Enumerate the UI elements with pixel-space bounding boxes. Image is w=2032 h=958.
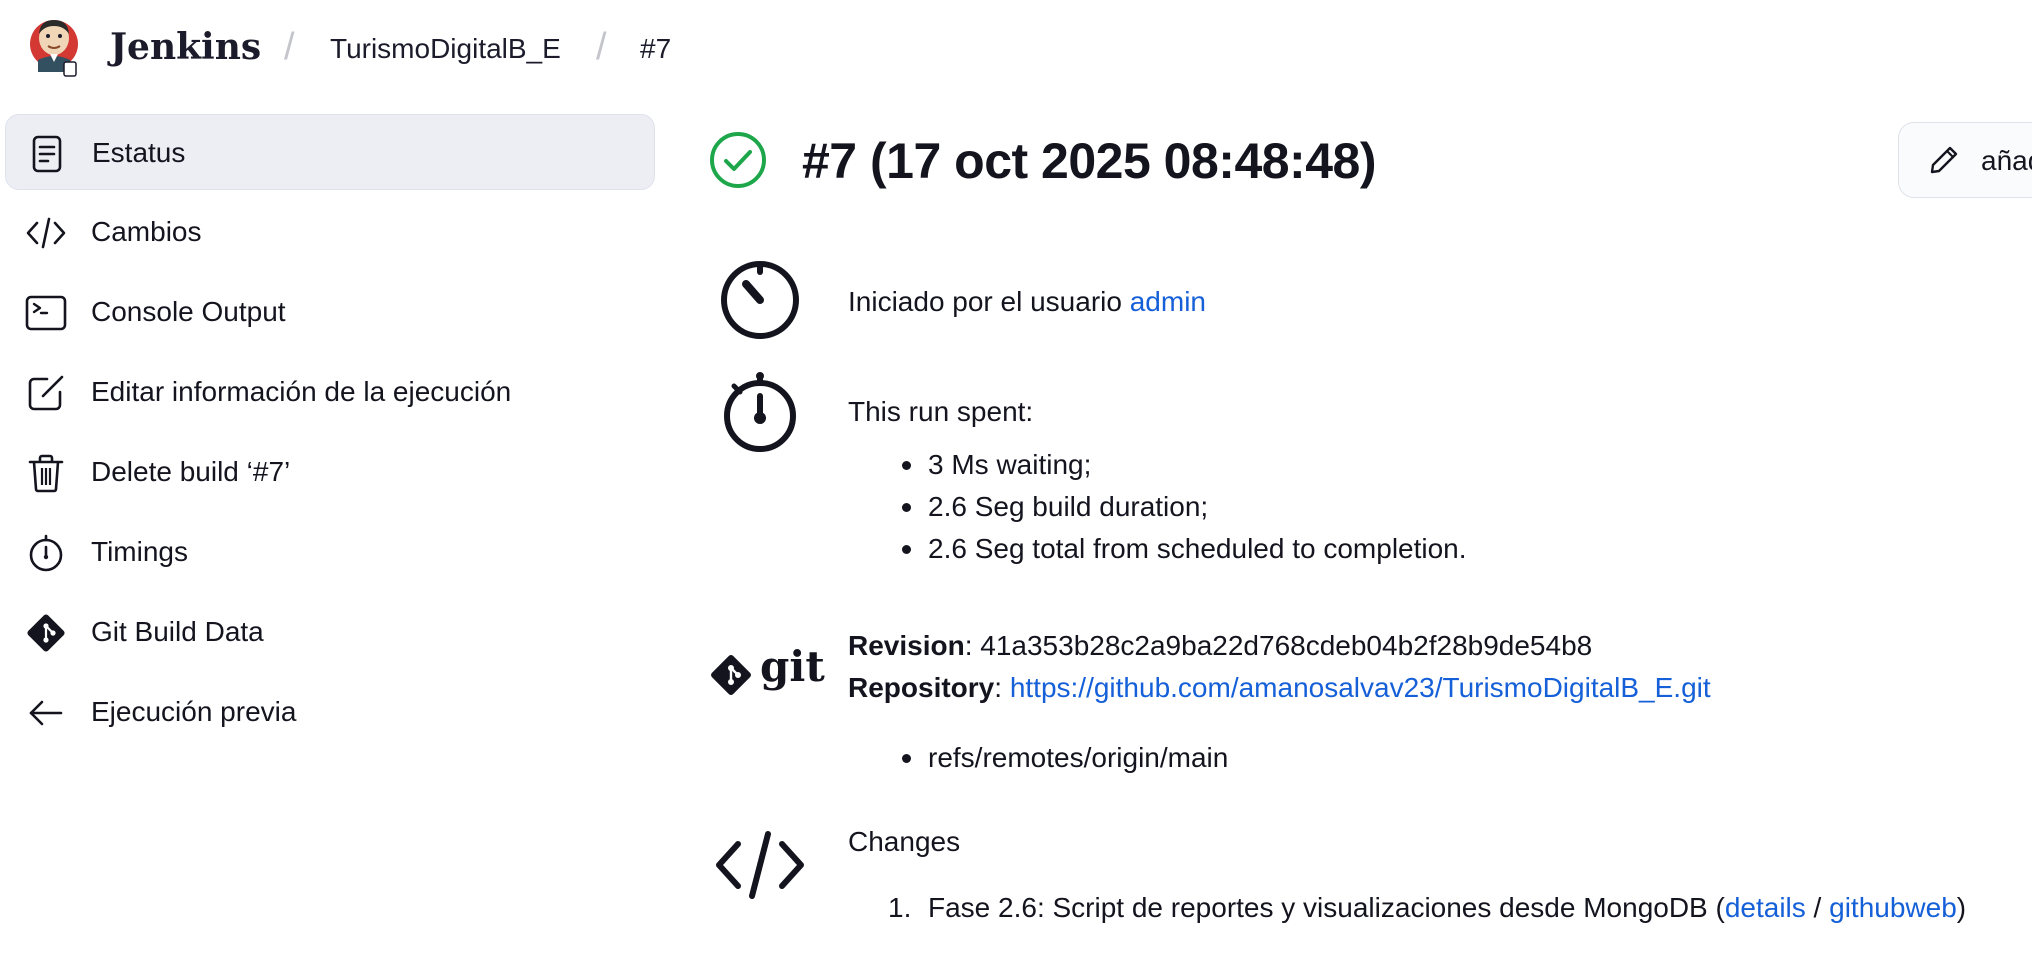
stopwatch-icon [25,532,67,574]
code-icon [714,830,806,905]
document-icon [26,133,68,175]
revision-value: 41a353b28c2a9ba22d768cdeb04b2f28b9de54b8 [980,630,1593,661]
close-paren: ) [1956,892,1967,923]
sidebar-item-console-output[interactable]: Console Output [5,274,655,350]
sidebar-item-label: Ejecución previa [91,696,297,727]
repository-line: Repository: https://github.com/amanosalv… [848,672,1711,703]
success-check-icon [708,130,768,190]
sidebar-item-label: Estatus [92,137,186,168]
brand-title[interactable]: Jenkins [110,26,261,68]
stopwatch-icon [720,372,800,457]
sidebar-item-estatus[interactable]: Estatus [5,114,655,190]
changes-heading: Changes [848,826,961,857]
add-description-button[interactable]: añadir descripción [1898,122,2032,198]
run-spent-heading: This run spent: [848,396,1034,427]
breadcrumb-separator: / [284,26,295,68]
refs-list: refs/remotes/origin/main [901,737,1228,779]
list-item: 3 Ms waiting; [902,444,1467,486]
repository-label: Repository [848,672,995,703]
sidebar-item-label: Cambios [91,216,202,247]
sidebar-item-ejecucion-previa[interactable]: Ejecución previa [5,674,655,750]
githubweb-link[interactable]: githubweb [1829,892,1957,923]
list-item: 2.6 Seg build duration; [902,486,1467,528]
timer-icon [718,256,802,345]
change-number: 1. [888,892,912,923]
sidebar-item-label: Timings [91,536,188,567]
jenkins-logo[interactable] [28,14,84,80]
link-separator: / [1805,892,1830,923]
sidebar-item-label: Delete build ‘#7’ [91,456,291,487]
pencil-icon [1930,146,1958,174]
sidebar-item-label: Git Build Data [91,616,264,647]
git-logo-text: git [760,642,825,691]
changes-list: 1. Fase 2.6: Script de reportes y visuali… [888,892,1967,924]
user-link[interactable]: admin [1130,286,1206,317]
terminal-icon [25,292,67,334]
repository-link[interactable]: https://github.com/amanosalvav23/Turismo… [1010,672,1711,703]
list-item: refs/remotes/origin/main [901,737,1228,779]
trash-icon [25,452,67,494]
started-by-prefix: Iniciado por el usuario [848,286,1122,317]
sidebar-item-editar-informacion[interactable]: Editar información de la ejecución [5,354,655,430]
add-description-label: añadir descripción [1981,145,2032,176]
breadcrumb-separator: / [596,26,607,68]
breadcrumb-job[interactable]: TurismoDigitalB_E [330,33,561,65]
started-by-text: Iniciado por el usuario admin [848,286,1206,318]
sidebar-item-cambios[interactable]: Cambios [5,194,655,270]
revision-line: Revision: 41a353b28c2a9ba22d768cdeb04b2f… [848,630,1593,661]
sidebar-item-timings[interactable]: Timings [5,514,655,590]
revision-label: Revision [848,630,965,661]
sidebar-item-delete-build[interactable]: Delete build ‘#7’ [5,434,655,510]
list-item: 1. Fase 2.6: Script de reportes y visuali… [888,892,1967,924]
list-item: 2.6 Seg total from scheduled to completi… [902,528,1467,570]
code-icon [25,212,67,254]
run-spent-list: 3 Ms waiting; 2.6 Seg build duration; 2.… [902,444,1467,570]
arrow-left-icon [25,692,67,734]
details-link[interactable]: details [1725,892,1806,923]
sidebar-item-label: Console Output [91,296,286,327]
sidebar-item-label: Editar información de la ejecución [91,376,512,407]
change-text: Fase 2.6: Script de reportes y visualiza… [928,892,1725,923]
edit-icon [25,372,67,414]
page-title: #7 (17 oct 2025 08:48:48) [802,133,1376,189]
git-icon [25,612,67,654]
sidebar-item-git-build-data[interactable]: Git Build Data [5,594,655,670]
top-header: Jenkins / TurismoDigitalB_E / #7 [0,0,2032,100]
breadcrumb-build[interactable]: #7 [640,33,671,65]
